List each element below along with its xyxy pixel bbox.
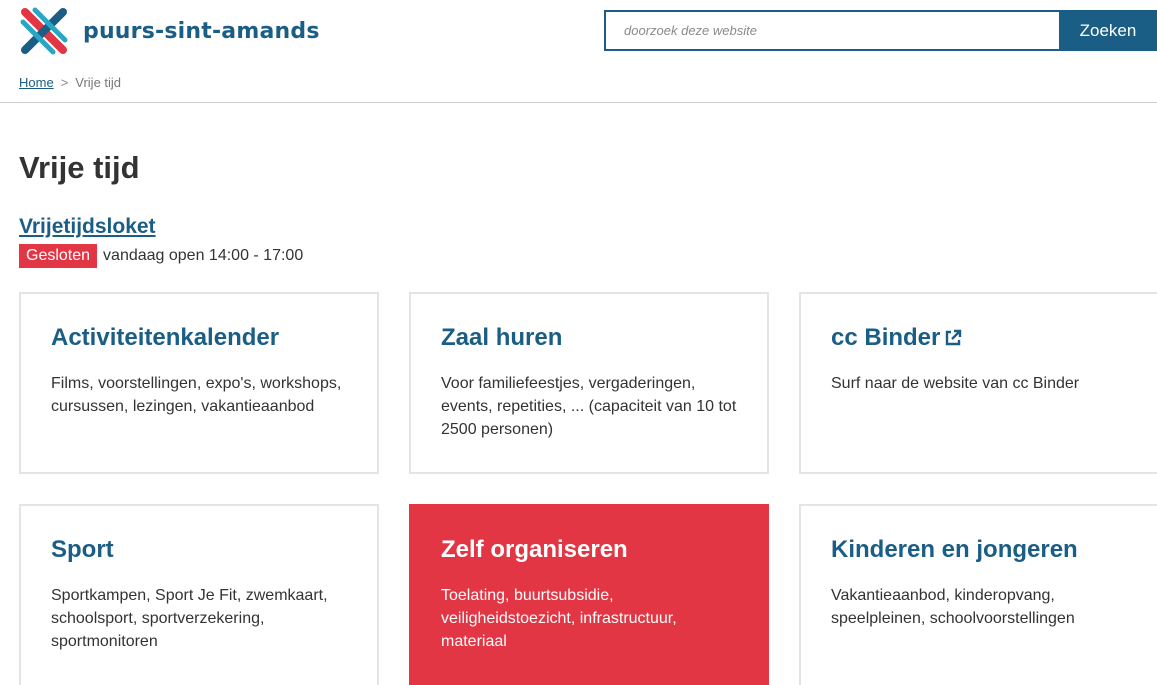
search-input[interactable] xyxy=(604,10,1059,51)
status-badge: Gesloten xyxy=(19,244,98,268)
opening-hours-text: vandaag open 14:00 - 17:00 xyxy=(103,247,304,264)
search-button[interactable]: Zoeken xyxy=(1059,10,1157,51)
card-title: cc Binder xyxy=(831,324,1137,352)
breadcrumb: Home > Vrije tijd xyxy=(19,75,121,90)
card-title: Sport xyxy=(51,536,347,564)
external-link-icon xyxy=(946,329,962,346)
breadcrumb-separator: > xyxy=(60,75,69,90)
card-title-text: Sport xyxy=(51,536,114,563)
breadcrumb-home-link[interactable]: Home xyxy=(19,75,54,90)
breadcrumb-current: Vrije tijd xyxy=(75,75,122,90)
card-sport[interactable]: Sport Sportkampen, Sport Je Fit, zwemkaa… xyxy=(19,504,379,685)
card-description: Vakantieaanbod, kinderopvang, speelplein… xyxy=(831,587,1075,627)
vrijetijdsloket-link[interactable]: Vrijetijdsloket xyxy=(19,215,156,239)
card-title: Activiteitenkalender xyxy=(51,324,347,352)
card-title-text: Zelf organiseren xyxy=(441,536,628,563)
card-description: Toelating, buurtsubsidie, veiligheidstoe… xyxy=(441,587,677,650)
logo-cross-icon xyxy=(20,7,68,55)
card-kinderen-en-jongeren[interactable]: Kinderen en jongeren Vakantieaanbod, kin… xyxy=(799,504,1157,685)
card-title: Zaal huren xyxy=(441,324,737,352)
search-form: Zoeken xyxy=(604,10,1157,51)
card-title: Kinderen en jongeren xyxy=(831,536,1137,564)
card-title-text: Activiteitenkalender xyxy=(51,324,280,351)
card-zaal-huren[interactable]: Zaal huren Voor familiefeestjes, vergade… xyxy=(409,292,769,474)
site-logo[interactable]: puurs-sint-amands xyxy=(19,6,320,56)
card-description: Films, voorstellingen, expo's, workshops… xyxy=(51,375,342,415)
card-description: Surf naar de website van cc Binder xyxy=(831,375,1080,392)
card-title-text: Zaal huren xyxy=(441,324,563,351)
card-title-text: Kinderen en jongeren xyxy=(831,536,1078,563)
card-cc-binder[interactable]: cc Binder Surf naar de website van cc Bi… xyxy=(799,292,1157,474)
card-description: Voor familiefeestjes, vergaderingen, eve… xyxy=(441,375,737,438)
card-zelf-organiseren[interactable]: Zelf organiseren Toelating, buurtsubsidi… xyxy=(409,504,769,685)
card-title: Zelf organiseren xyxy=(441,536,737,564)
site-header: puurs-sint-amands Zoeken Home > Vrije ti… xyxy=(0,0,1157,103)
card-description: Sportkampen, Sport Je Fit, zwemkaart, sc… xyxy=(51,587,328,650)
opening-status: Gesloten vandaag open 14:00 - 17:00 xyxy=(19,244,303,268)
page-title: Vrije tijd xyxy=(19,150,140,185)
card-title-text: cc Binder xyxy=(831,324,941,351)
logo-text: puurs-sint-amands xyxy=(83,18,320,44)
card-activiteitenkalender[interactable]: Activiteitenkalender Films, voorstelling… xyxy=(19,292,379,474)
